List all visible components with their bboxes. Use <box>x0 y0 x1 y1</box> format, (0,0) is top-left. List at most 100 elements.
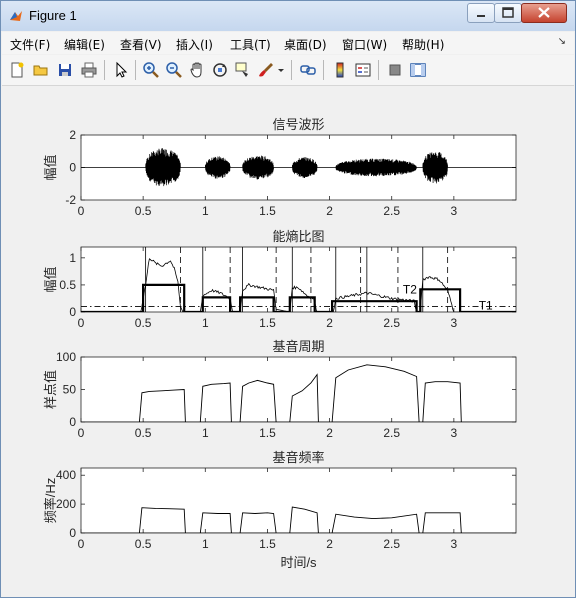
matlab-icon <box>10 11 22 21</box>
menu-tools[interactable]: 工具(T) <box>230 36 271 53</box>
y-tick-label: 0 <box>69 415 76 429</box>
x-tick-label: 1.5 <box>259 426 276 440</box>
annotation-t2: T2 <box>403 282 417 296</box>
x-tick-label: 1 <box>202 316 209 330</box>
colorbar-icon[interactable] <box>331 61 349 79</box>
x-tick-label: 3 <box>451 316 458 330</box>
menu-desktop[interactable]: 桌面(D) <box>284 36 327 53</box>
show-plot-tools-icon[interactable] <box>409 61 427 79</box>
rotate-3d-icon[interactable] <box>211 61 229 79</box>
axes-box <box>80 467 517 534</box>
axes-title: 信号波形 <box>272 117 324 132</box>
axes-title: 基音频率 <box>272 450 324 465</box>
close-icon <box>538 7 550 18</box>
menu-window[interactable]: 窗口(W) <box>342 36 387 53</box>
window-title: Figure 1 <box>29 8 77 23</box>
zoom-out-icon[interactable] <box>165 61 183 79</box>
x-tick-label: 2.5 <box>383 316 400 330</box>
x-tick-label: 1.5 <box>259 316 276 330</box>
x-tick-label: 2 <box>326 537 333 551</box>
toolbar-separator <box>291 60 292 80</box>
axes-box <box>80 356 517 423</box>
axes-4: 基音频率频率/Hz时间/s0 0.5 1 1.5 2 2.5 30200400 <box>43 450 517 570</box>
legend-icon[interactable] <box>354 61 372 79</box>
x-tick-label: 1 <box>202 537 209 551</box>
toolbar-separator <box>104 60 105 80</box>
link-plot-icon[interactable] <box>299 61 317 79</box>
menu-dock-arrow-icon[interactable]: ↘ <box>558 36 566 47</box>
axes-title: 能熵比图 <box>272 229 324 244</box>
y-tick-label: 400 <box>56 468 76 482</box>
x-tick-label: 0 <box>78 204 85 218</box>
x-tick-label: 1.5 <box>259 204 276 218</box>
x-tick-label: 1 <box>202 204 209 218</box>
pan-hand-icon[interactable] <box>188 61 206 79</box>
x-axis-label: 时间/s <box>280 555 317 570</box>
figure-window: Figure 1 文件(F) 编辑(E) 查看(V) 插入(I) 工具(T) 桌… <box>0 0 576 598</box>
x-tick-label: 0 <box>78 537 85 551</box>
x-tick-label: 3 <box>451 537 458 551</box>
y-axis-label: 幅值 <box>43 266 58 292</box>
y-tick-label: -2 <box>65 193 76 207</box>
data-cursor-icon[interactable] <box>234 61 252 79</box>
x-tick-label: 3 <box>451 426 458 440</box>
y-axis-label: 样点值 <box>43 370 58 409</box>
y-tick-label: 0 <box>69 161 76 175</box>
y-axis-label: 幅值 <box>43 154 58 180</box>
open-file-icon[interactable] <box>32 61 50 79</box>
x-tick-label: 2.5 <box>383 204 400 218</box>
y-tick-label: 50 <box>63 383 77 397</box>
x-tick-label: 1 <box>202 426 209 440</box>
y-tick-label: 0 <box>69 526 76 540</box>
y-tick-label: 0 <box>69 305 76 319</box>
axes-2: 能熵比图幅值 0 0.5 1 1.5 2 2.5 3 0 0.5 1 T2 T1 <box>43 229 517 330</box>
minimize-icon <box>477 15 485 17</box>
menu-file[interactable]: 文件(F) <box>10 36 50 53</box>
print-icon[interactable] <box>80 61 98 79</box>
x-tick-label: 0.5 <box>135 316 152 330</box>
toolbar-separator <box>135 60 136 80</box>
y-tick-label: 0.5 <box>59 278 76 292</box>
y-tick-label: 100 <box>56 350 76 364</box>
annotation-t1: T1 <box>479 299 493 313</box>
menu-view[interactable]: 查看(V) <box>120 36 162 53</box>
x-tick-label: 2 <box>326 426 333 440</box>
x-tick-label: 0.5 <box>135 537 152 551</box>
zoom-in-icon[interactable] <box>142 61 160 79</box>
menu-help[interactable]: 帮助(H) <box>402 36 444 53</box>
title-bar[interactable]: Figure 1 <box>1 1 575 31</box>
maximize-button[interactable] <box>494 3 522 23</box>
menu-bar: 文件(F) 编辑(E) 查看(V) 插入(I) 工具(T) 桌面(D) 窗口(W… <box>2 32 574 54</box>
axes-title: 基音周期 <box>272 339 324 354</box>
save-icon[interactable] <box>56 61 74 79</box>
x-tick-label: 0 <box>78 426 85 440</box>
maximize-icon <box>502 7 514 18</box>
axes-1: 信号波形幅值0 0.5 1 1.5 2 2.5 3-202 <box>43 117 517 218</box>
x-tick-label: 3 <box>451 204 458 218</box>
new-figure-icon[interactable] <box>8 61 26 79</box>
x-tick-label: 0 <box>78 316 85 330</box>
y-tick-label: 1 <box>69 251 76 265</box>
select-arrow-icon[interactable] <box>112 61 130 79</box>
menu-insert[interactable]: 插入(I) <box>176 36 213 53</box>
brush-icon[interactable] <box>257 61 275 79</box>
menu-edit[interactable]: 编辑(E) <box>64 36 105 53</box>
axes-3: 基音周期样点值 0 0.5 1 1.5 2 2.5 3 0 50 100 <box>43 339 517 440</box>
x-tick-label: 0.5 <box>135 204 152 218</box>
x-tick-label: 2.5 <box>383 426 400 440</box>
minimize-button[interactable] <box>467 3 495 23</box>
close-button[interactable] <box>521 3 567 23</box>
x-tick-label: 1.5 <box>259 537 276 551</box>
x-tick-label: 2 <box>326 316 333 330</box>
x-tick-label: 2.5 <box>383 537 400 551</box>
x-tick-label: 2 <box>326 204 333 218</box>
y-tick-label: 2 <box>69 128 76 142</box>
toolbar-separator <box>323 60 324 80</box>
x-tick-label: 0.5 <box>135 426 152 440</box>
y-tick-label: 200 <box>56 497 76 511</box>
figure-toolbar <box>2 55 574 86</box>
brush-dropdown-icon[interactable] <box>277 61 285 79</box>
figure-canvas: 信号波形幅值0 0.5 1 1.5 2 2.5 3-202能熵比图幅值0 0.5 1 1.5 2 2.… <box>9 87 570 592</box>
toolbar-separator <box>378 60 379 80</box>
hide-plot-tools-icon[interactable] <box>386 61 404 79</box>
